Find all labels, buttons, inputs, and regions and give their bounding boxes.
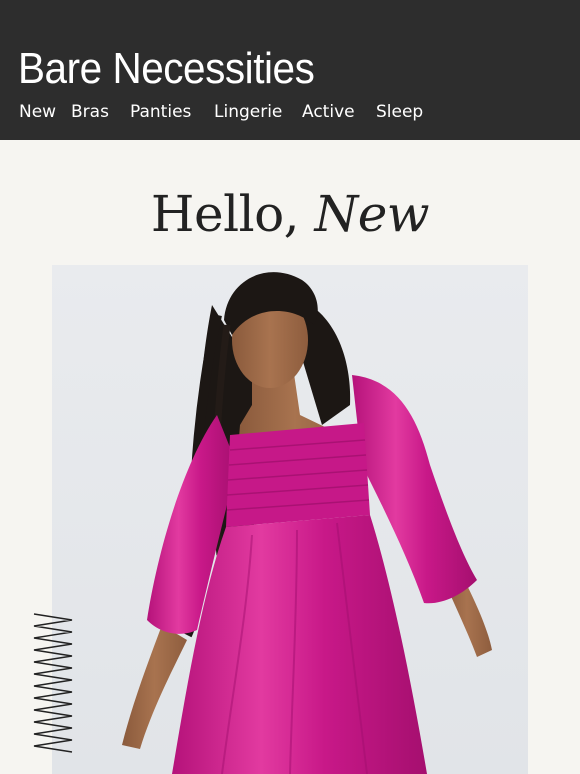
hero-headline-italic: New — [314, 185, 430, 243]
hero-product-photo[interactable] — [52, 265, 528, 774]
nav-item-lingerie[interactable]: Lingerie — [214, 100, 282, 124]
hero-headline-roman: Hello, — [150, 185, 315, 243]
nav-item-active[interactable]: Active — [302, 100, 355, 124]
email-header: Bare Necessities New Bras Panties Linger… — [0, 0, 580, 140]
nav-item-sleep[interactable]: Sleep — [376, 100, 423, 124]
nav-item-panties[interactable]: Panties — [130, 100, 191, 124]
hero-headline: Hello, New — [0, 183, 580, 245]
brand-logo-link[interactable]: Bare Necessities — [18, 44, 315, 94]
nav-item-bras[interactable]: Bras — [71, 100, 109, 124]
nav-item-new[interactable]: New — [19, 100, 56, 124]
zigzag-line-icon — [33, 613, 73, 753]
model-in-pink-dress-illustration — [122, 272, 492, 774]
